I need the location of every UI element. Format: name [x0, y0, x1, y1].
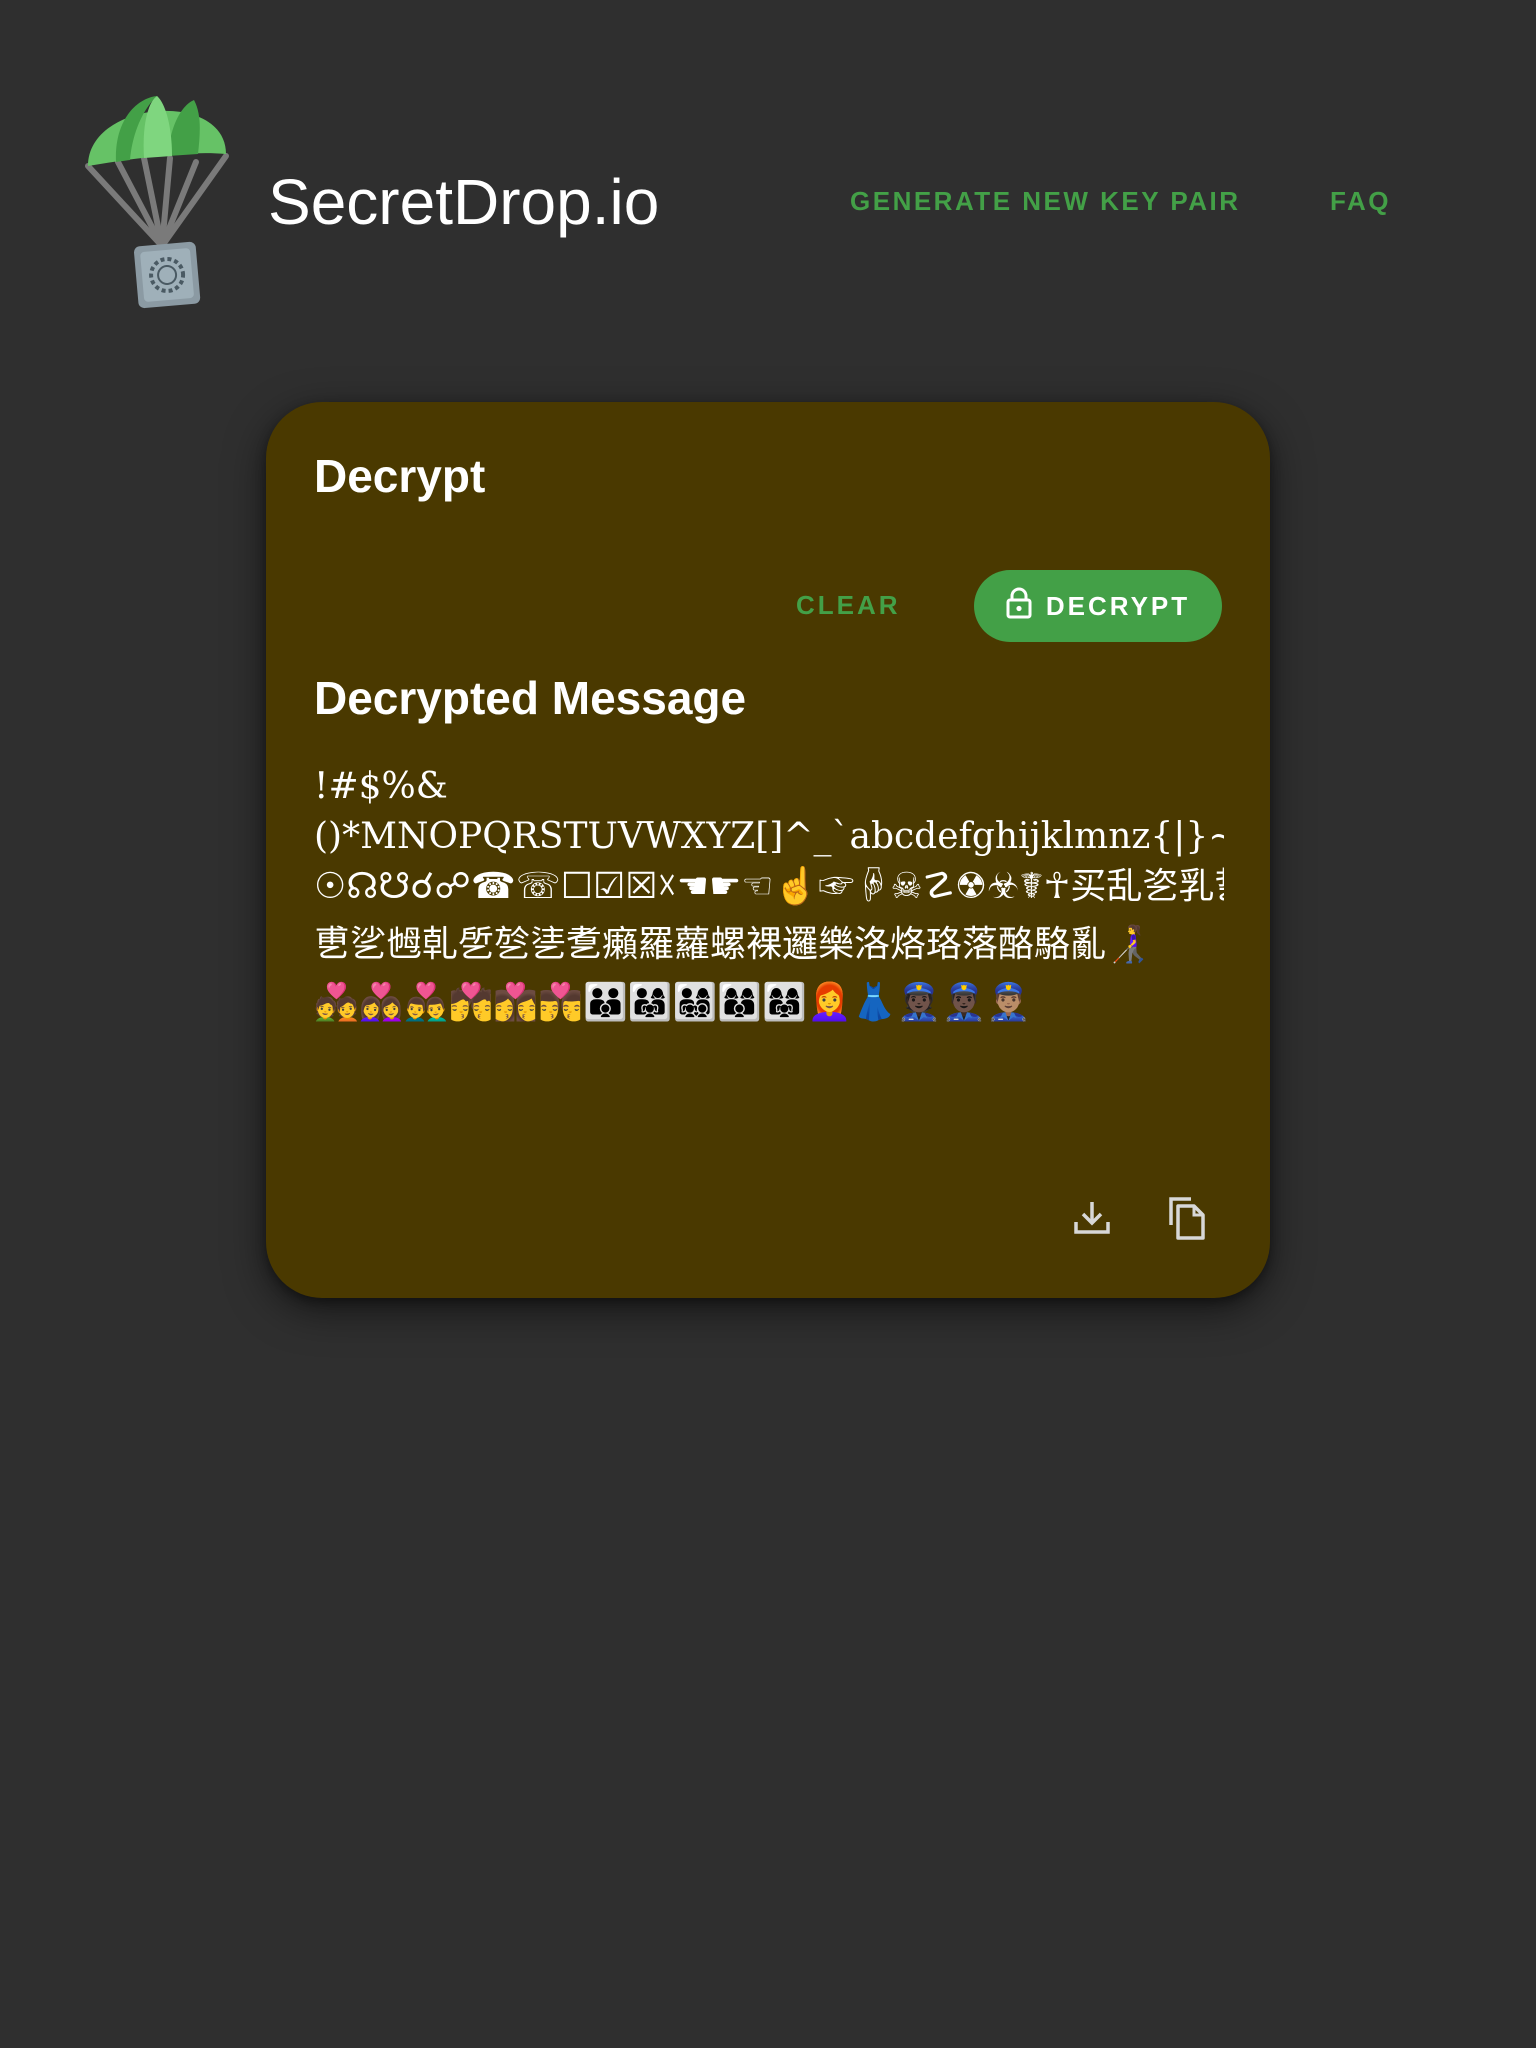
- decrypted-message-title: Decrypted Message: [314, 672, 747, 724]
- download-icon: [1072, 1198, 1112, 1243]
- faq-link[interactable]: FAQ: [1330, 184, 1391, 218]
- message-line: 💑👩‍❤️‍👩👨‍❤️‍👨💏👩‍❤️‍💋‍👩👨‍❤️‍💋‍👨👪👨‍👩‍👧👨‍👩‍…: [314, 982, 1032, 1023]
- decrypt-button-label: DECRYPT: [1045, 590, 1191, 621]
- decrypt-button[interactable]: DECRYPT: [974, 570, 1222, 642]
- copy-icon: [1165, 1195, 1207, 1246]
- message-line: !#$%&: [314, 766, 448, 807]
- decrypt-card: Decrypt CLEAR DECRYPT Decrypted Message …: [266, 402, 1270, 1298]
- card-title: Decrypt: [314, 450, 486, 502]
- lock-icon: [1006, 587, 1032, 626]
- generate-key-pair-link[interactable]: GENERATE NEW KEY PAIR: [850, 184, 1241, 218]
- clear-button[interactable]: CLEAR: [786, 570, 911, 640]
- message-line: ()*MNOPQRSTUVWXYZ[]^_`abcdefghijklmnz{|}…: [314, 816, 1224, 857]
- page: SecretDrop.io GENERATE NEW KEY PAIR FAQ …: [0, 0, 1536, 2048]
- copy-button[interactable]: [1154, 1188, 1218, 1252]
- parachute-safe-icon[interactable]: [82, 90, 232, 315]
- brand-title[interactable]: SecretDrop.io: [268, 162, 659, 242]
- message-line: 乶乷乸乹乺乻乼乽癩羅蘿螺裸邏樂洛烙珞落酪駱亂👩‍🦯: [314, 924, 1151, 965]
- message-line: ☉☊☋☌☍☎☏☐☑☒☓☚☛☜☝☞☟☠☡☢☣☤☥买乱乲乳乴乵: [314, 866, 1224, 907]
- decrypted-message-text: !#$%& ()*MNOPQRSTUVWXYZ[]^_`abcdefghijkl…: [314, 762, 1224, 1028]
- download-button[interactable]: [1060, 1188, 1124, 1252]
